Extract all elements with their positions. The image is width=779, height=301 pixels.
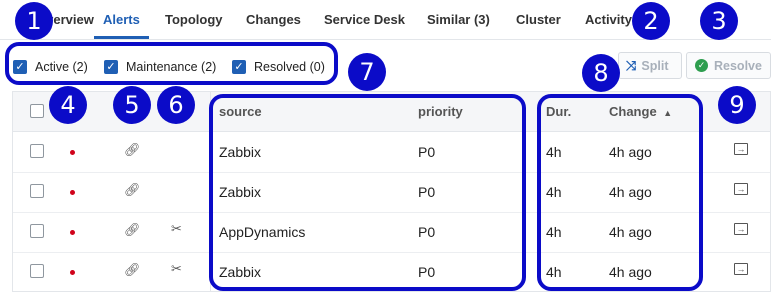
highlight-filters <box>5 42 338 85</box>
resolve-button[interactable]: ✓ Resolve <box>686 52 771 79</box>
open-incident-icon[interactable]: → <box>734 223 748 235</box>
resolve-button-label: Resolve <box>714 58 762 73</box>
split-button-label: Split <box>641 58 669 73</box>
select-all-checkbox[interactable] <box>30 104 44 118</box>
status-dot <box>70 270 75 275</box>
tab-cluster[interactable]: Cluster <box>516 12 561 27</box>
annotation-badge-9: 9 <box>718 86 756 124</box>
tab-similar[interactable]: Similar (3) <box>427 12 490 27</box>
annotation-badge-7: 7 <box>348 53 386 91</box>
link-icon[interactable]: 🔗︎ <box>124 142 141 158</box>
annotation-badge-2: 2 <box>632 2 670 40</box>
highlight-source-priority <box>209 94 526 291</box>
link-icon[interactable]: 🔗︎ <box>124 182 141 198</box>
highlight-duration-change <box>537 94 703 291</box>
status-dot <box>70 190 75 195</box>
status-dot <box>70 150 75 155</box>
row-checkbox[interactable] <box>30 144 44 158</box>
row-checkbox[interactable] <box>30 224 44 238</box>
open-incident-icon[interactable]: → <box>734 183 748 195</box>
row-checkbox[interactable] <box>30 184 44 198</box>
split-icon: ⤨ <box>626 57 637 73</box>
open-incident-icon[interactable]: → <box>734 263 748 275</box>
annotation-badge-8: 8 <box>582 54 620 92</box>
link-icon[interactable]: 🔗︎ <box>124 222 141 238</box>
tab-alerts[interactable]: Alerts <box>103 12 140 27</box>
annotation-badge-5: 5 <box>113 86 151 124</box>
annotation-badge-6: 6 <box>157 86 195 124</box>
wrench-icon: ✂︎ <box>171 221 182 236</box>
annotation-badge-4: 4 <box>49 86 87 124</box>
tab-activity[interactable]: Activity <box>585 12 632 27</box>
wrench-icon: ✂︎ <box>171 261 182 276</box>
open-incident-icon[interactable]: → <box>734 143 748 155</box>
annotation-badge-3: 3 <box>700 2 738 40</box>
split-button[interactable]: ⤨ Split <box>618 52 682 79</box>
check-circle-icon: ✓ <box>695 59 708 72</box>
status-dot <box>70 230 75 235</box>
link-icon[interactable]: 🔗︎ <box>124 262 141 278</box>
row-checkbox[interactable] <box>30 264 44 278</box>
tab-changes[interactable]: Changes <box>246 12 301 27</box>
annotation-badge-1: 1 <box>15 2 53 40</box>
tab-service-desk[interactable]: Service Desk <box>324 12 405 27</box>
tab-topology[interactable]: Topology <box>165 12 223 27</box>
